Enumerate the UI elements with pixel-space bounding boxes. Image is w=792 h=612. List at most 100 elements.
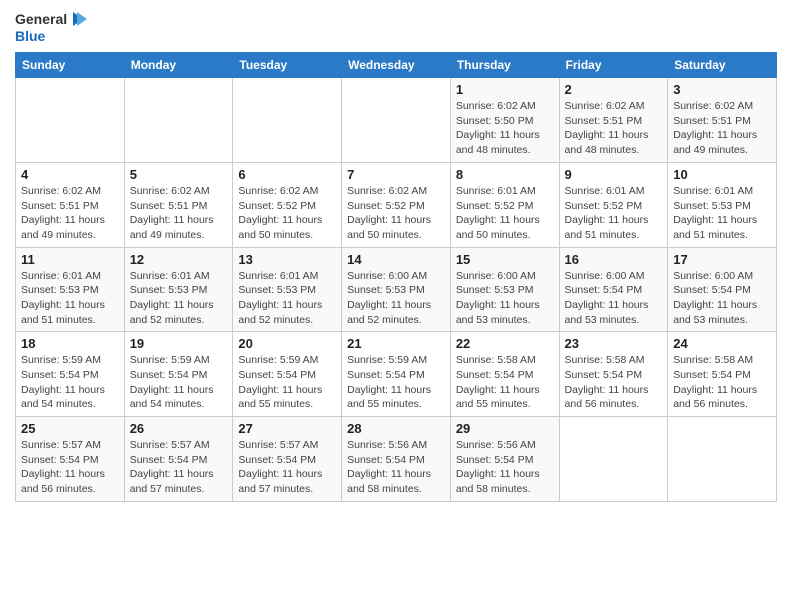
calendar-cell: 28 Sunrise: 5:56 AM Sunset: 5:54 PM Dayli… (342, 417, 451, 502)
calendar-cell: 26 Sunrise: 5:57 AM Sunset: 5:54 PM Dayli… (124, 417, 233, 502)
calendar-cell: 10Sunrise: 6:01 AM Sunset: 5:53 PM Dayli… (668, 162, 777, 247)
weekday-header-saturday: Saturday (668, 53, 777, 78)
calendar-week-1: 1 Sunrise: 6:02 AM Sunset: 5:50 PM Daylig… (16, 78, 777, 163)
day-number: 27 (238, 421, 336, 436)
weekday-header-thursday: Thursday (450, 53, 559, 78)
day-number: 29 (456, 421, 554, 436)
day-number: 5 (130, 167, 228, 182)
day-number: 8 (456, 167, 554, 182)
header: General Blue (15, 10, 777, 44)
day-info: Sunrise: 5:59 AM Sunset: 5:54 PM Dayligh… (21, 353, 119, 412)
day-number: 4 (21, 167, 119, 182)
day-number: 16 (565, 252, 663, 267)
logo-blue-text: Blue (15, 28, 87, 44)
day-number: 24 (673, 336, 771, 351)
day-number: 6 (238, 167, 336, 182)
day-info: Sunrise: 5:59 AM Sunset: 5:54 PM Dayligh… (347, 353, 445, 412)
day-info: Sunrise: 6:01 AM Sunset: 5:53 PM Dayligh… (238, 269, 336, 328)
calendar-cell: 11Sunrise: 6:01 AM Sunset: 5:53 PM Dayli… (16, 247, 125, 332)
calendar-cell: 20Sunrise: 5:59 AM Sunset: 5:54 PM Dayli… (233, 332, 342, 417)
calendar-cell: 9 Sunrise: 6:01 AM Sunset: 5:52 PM Daylig… (559, 162, 668, 247)
day-info: Sunrise: 5:56 AM Sunset: 5:54 PM Dayligh… (456, 438, 554, 497)
day-info: Sunrise: 6:01 AM Sunset: 5:53 PM Dayligh… (130, 269, 228, 328)
calendar-cell (124, 78, 233, 163)
day-number: 7 (347, 167, 445, 182)
calendar-cell (233, 78, 342, 163)
calendar-cell: 25 Sunrise: 5:57 AM Sunset: 5:54 PM Dayli… (16, 417, 125, 502)
calendar-cell: 19 Sunrise: 5:59 AM Sunset: 5:54 PM Dayli… (124, 332, 233, 417)
calendar-table: SundayMondayTuesdayWednesdayThursdayFrid… (15, 52, 777, 502)
calendar-cell: 16 Sunrise: 6:00 AM Sunset: 5:54 PM Dayli… (559, 247, 668, 332)
day-info: Sunrise: 6:02 AM Sunset: 5:51 PM Dayligh… (21, 184, 119, 243)
day-info: Sunrise: 6:02 AM Sunset: 5:51 PM Dayligh… (565, 99, 663, 158)
day-info: Sunrise: 5:58 AM Sunset: 5:54 PM Dayligh… (565, 353, 663, 412)
day-info: Sunrise: 6:02 AM Sunset: 5:51 PM Dayligh… (130, 184, 228, 243)
calendar-cell: 17Sunrise: 6:00 AM Sunset: 5:54 PM Dayli… (668, 247, 777, 332)
day-info: Sunrise: 5:59 AM Sunset: 5:54 PM Dayligh… (130, 353, 228, 412)
day-info: Sunrise: 5:57 AM Sunset: 5:54 PM Dayligh… (130, 438, 228, 497)
calendar-cell: 18 Sunrise: 5:59 AM Sunset: 5:54 PM Dayli… (16, 332, 125, 417)
calendar-week-4: 18 Sunrise: 5:59 AM Sunset: 5:54 PM Dayli… (16, 332, 777, 417)
calendar-cell: 4 Sunrise: 6:02 AM Sunset: 5:51 PM Daylig… (16, 162, 125, 247)
calendar-cell: 14 Sunrise: 6:00 AM Sunset: 5:53 PM Dayli… (342, 247, 451, 332)
day-info: Sunrise: 6:02 AM Sunset: 5:51 PM Dayligh… (673, 99, 771, 158)
calendar-cell: 6 Sunrise: 6:02 AM Sunset: 5:52 PM Daylig… (233, 162, 342, 247)
day-info: Sunrise: 6:01 AM Sunset: 5:52 PM Dayligh… (565, 184, 663, 243)
calendar-cell: 7Sunrise: 6:02 AM Sunset: 5:52 PM Daylig… (342, 162, 451, 247)
calendar-cell: 29 Sunrise: 5:56 AM Sunset: 5:54 PM Dayli… (450, 417, 559, 502)
day-number: 18 (21, 336, 119, 351)
calendar-week-5: 25 Sunrise: 5:57 AM Sunset: 5:54 PM Dayli… (16, 417, 777, 502)
calendar-cell: 22 Sunrise: 5:58 AM Sunset: 5:54 PM Dayli… (450, 332, 559, 417)
day-number: 14 (347, 252, 445, 267)
day-number: 26 (130, 421, 228, 436)
calendar-cell: 24 Sunrise: 5:58 AM Sunset: 5:54 PM Dayli… (668, 332, 777, 417)
day-info: Sunrise: 6:02 AM Sunset: 5:50 PM Dayligh… (456, 99, 554, 158)
day-number: 15 (456, 252, 554, 267)
calendar-cell: 13Sunrise: 6:01 AM Sunset: 5:53 PM Dayli… (233, 247, 342, 332)
logo: General Blue (15, 10, 87, 44)
weekday-header-friday: Friday (559, 53, 668, 78)
day-number: 19 (130, 336, 228, 351)
day-number: 22 (456, 336, 554, 351)
day-info: Sunrise: 6:01 AM Sunset: 5:53 PM Dayligh… (673, 184, 771, 243)
weekday-header-tuesday: Tuesday (233, 53, 342, 78)
calendar-cell: 2 Sunrise: 6:02 AM Sunset: 5:51 PM Daylig… (559, 78, 668, 163)
calendar-cell: 15Sunrise: 6:00 AM Sunset: 5:53 PM Dayli… (450, 247, 559, 332)
day-info: Sunrise: 6:00 AM Sunset: 5:54 PM Dayligh… (565, 269, 663, 328)
calendar-cell (16, 78, 125, 163)
calendar-cell (342, 78, 451, 163)
day-number: 28 (347, 421, 445, 436)
calendar-cell: 3Sunrise: 6:02 AM Sunset: 5:51 PM Daylig… (668, 78, 777, 163)
day-number: 1 (456, 82, 554, 97)
day-number: 25 (21, 421, 119, 436)
weekday-header-monday: Monday (124, 53, 233, 78)
calendar-cell: 21 Sunrise: 5:59 AM Sunset: 5:54 PM Dayli… (342, 332, 451, 417)
day-info: Sunrise: 6:02 AM Sunset: 5:52 PM Dayligh… (238, 184, 336, 243)
calendar-cell (668, 417, 777, 502)
day-info: Sunrise: 5:56 AM Sunset: 5:54 PM Dayligh… (347, 438, 445, 497)
weekday-header-row: SundayMondayTuesdayWednesdayThursdayFrid… (16, 53, 777, 78)
calendar-cell: 8 Sunrise: 6:01 AM Sunset: 5:52 PM Daylig… (450, 162, 559, 247)
calendar-body: 1 Sunrise: 6:02 AM Sunset: 5:50 PM Daylig… (16, 78, 777, 502)
calendar-cell: 5 Sunrise: 6:02 AM Sunset: 5:51 PM Daylig… (124, 162, 233, 247)
day-number: 2 (565, 82, 663, 97)
calendar-cell: 27 Sunrise: 5:57 AM Sunset: 5:54 PM Dayli… (233, 417, 342, 502)
day-info: Sunrise: 6:00 AM Sunset: 5:53 PM Dayligh… (347, 269, 445, 328)
day-number: 9 (565, 167, 663, 182)
logo-general-text: General (15, 11, 67, 27)
day-number: 23 (565, 336, 663, 351)
logo-arrow-icon (69, 10, 87, 28)
calendar-week-2: 4 Sunrise: 6:02 AM Sunset: 5:51 PM Daylig… (16, 162, 777, 247)
day-info: Sunrise: 6:00 AM Sunset: 5:54 PM Dayligh… (673, 269, 771, 328)
day-info: Sunrise: 5:59 AM Sunset: 5:54 PM Dayligh… (238, 353, 336, 412)
day-number: 11 (21, 252, 119, 267)
weekday-header-wednesday: Wednesday (342, 53, 451, 78)
day-info: Sunrise: 5:58 AM Sunset: 5:54 PM Dayligh… (456, 353, 554, 412)
day-info: Sunrise: 5:57 AM Sunset: 5:54 PM Dayligh… (238, 438, 336, 497)
day-info: Sunrise: 6:01 AM Sunset: 5:52 PM Dayligh… (456, 184, 554, 243)
day-info: Sunrise: 5:57 AM Sunset: 5:54 PM Dayligh… (21, 438, 119, 497)
day-number: 21 (347, 336, 445, 351)
day-number: 12 (130, 252, 228, 267)
calendar-cell: 23 Sunrise: 5:58 AM Sunset: 5:54 PM Dayli… (559, 332, 668, 417)
day-info: Sunrise: 5:58 AM Sunset: 5:54 PM Dayligh… (673, 353, 771, 412)
